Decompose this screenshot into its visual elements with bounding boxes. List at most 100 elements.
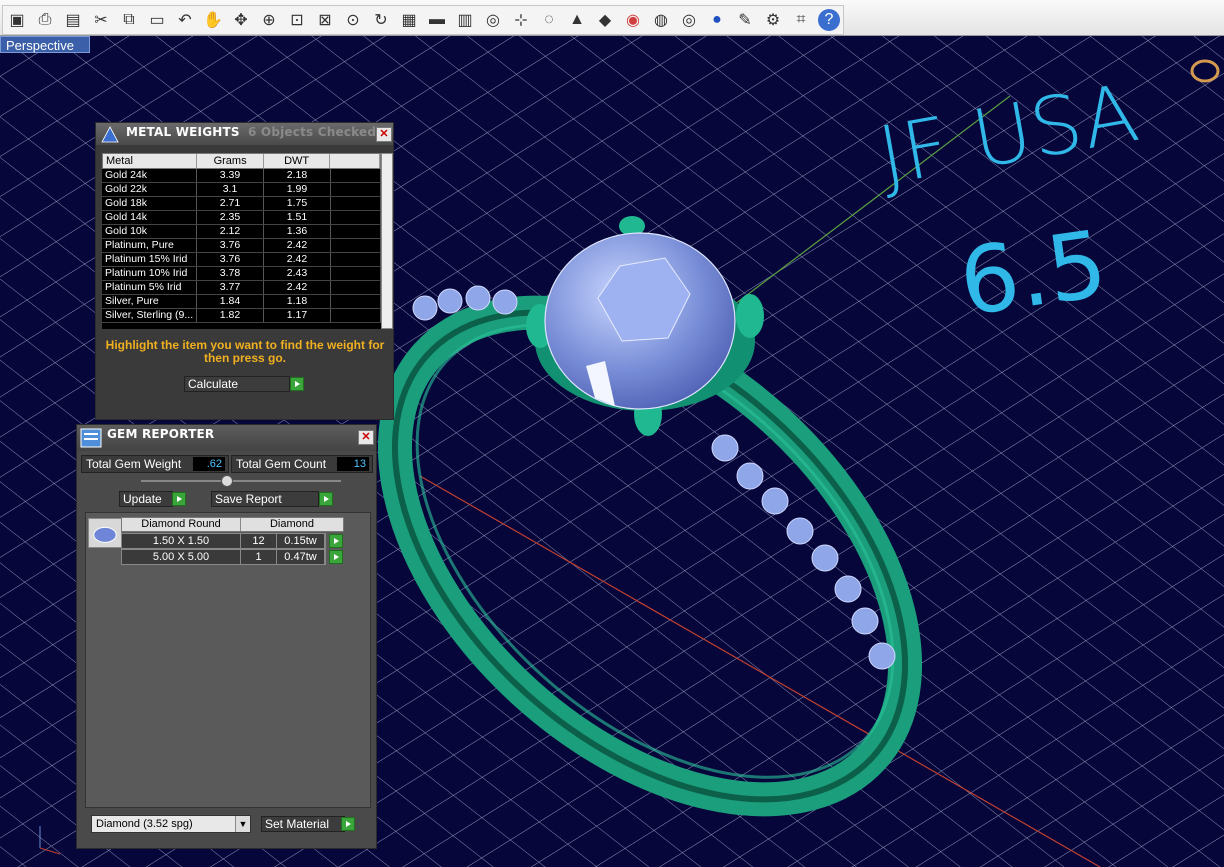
metal-row[interactable]: Gold 18k 2.71 1.75 <box>102 197 381 211</box>
gem-shape-header: Diamond Round <box>122 518 241 531</box>
metal-extra <box>331 281 381 294</box>
calculate-button[interactable]: Calculate <box>184 376 290 392</box>
metal-row[interactable]: Gold 22k 3.1 1.99 <box>102 183 381 197</box>
print-icon[interactable]: ⎙ <box>31 6 59 34</box>
metal-weights-title: METAL WEIGHTS <box>126 125 240 139</box>
save-report-go-icon[interactable] <box>319 492 333 506</box>
column-dwt[interactable]: DWT <box>264 154 331 168</box>
total-gem-weight-value: .62 <box>193 457 225 471</box>
move-icon[interactable]: ✥ <box>227 6 255 34</box>
metal-grams: 2.71 <box>197 197 264 210</box>
annotation-line2: 6.5 <box>953 210 1114 337</box>
render-grid-icon[interactable]: ◎ <box>675 6 703 34</box>
metal-dwt: 1.51 <box>264 211 331 224</box>
material-select[interactable]: Diamond (3.52 spg) <box>91 815 251 833</box>
cut-icon[interactable]: ✂ <box>87 6 115 34</box>
metal-name: Platinum 15% Irid <box>102 253 197 266</box>
update-go-icon[interactable] <box>172 492 186 506</box>
pencil-icon[interactable]: ✎ <box>731 6 759 34</box>
metal-name: Platinum 5% Irid <box>102 281 197 294</box>
material-icon[interactable]: ◆ <box>591 6 619 34</box>
copy-icon[interactable]: ⧉ <box>115 6 143 34</box>
zoom-window-icon[interactable]: ⊡ <box>283 6 311 34</box>
undo-icon[interactable]: ↶ <box>171 6 199 34</box>
metal-name: Gold 22k <box>102 183 197 196</box>
pivot-icon[interactable]: ⊹ <box>507 6 535 34</box>
metal-name: Gold 24k <box>102 169 197 182</box>
metal-name: Silver, Sterling (9... <box>102 309 197 322</box>
gem-row[interactable]: 1.50 X 1.50 12 0.15tw <box>121 533 326 549</box>
close-icon[interactable]: ✕ <box>358 430 374 445</box>
metal-row[interactable]: Platinum, Pure 3.76 2.42 <box>102 239 381 253</box>
lock-icon[interactable]: ▲ <box>563 6 591 34</box>
metal-row[interactable]: Silver, Pure 1.84 1.18 <box>102 295 381 309</box>
gem-material-header: Diamond <box>269 518 315 530</box>
metal-table-scrollbar[interactable] <box>381 153 393 329</box>
column-metal[interactable]: Metal <box>103 154 198 168</box>
zoom-dynamic-icon[interactable]: ⊙ <box>339 6 367 34</box>
calculate-go-icon[interactable] <box>290 377 304 391</box>
grid-icon[interactable]: ▦ <box>395 6 423 34</box>
save-icon[interactable]: ▣ <box>3 6 31 34</box>
gem-row-go-icon[interactable] <box>329 534 343 548</box>
zoom-extents-icon[interactable]: ⊠ <box>311 6 339 34</box>
column-grams[interactable]: Grams <box>197 154 264 168</box>
snap-icon[interactable]: ◎ <box>479 6 507 34</box>
metal-row[interactable]: Gold 24k 3.39 2.18 <box>102 169 381 183</box>
metal-extra <box>331 225 381 238</box>
metal-row[interactable]: Platinum 5% Irid 3.77 2.42 <box>102 281 381 295</box>
viewport-label[interactable]: Perspective <box>0 36 90 53</box>
metal-extra <box>331 211 381 224</box>
metal-row[interactable]: Platinum 10% Irid 3.78 2.43 <box>102 267 381 281</box>
gem-slider-handle[interactable] <box>221 475 233 487</box>
gem-reporter-panel: GEM REPORTER ✕ Total Gem Weight .62 Tota… <box>76 424 377 849</box>
metal-dwt: 2.43 <box>264 267 331 280</box>
metal-hint-text: Highlight the item you want to find the … <box>105 338 385 365</box>
set-material-button[interactable]: Set Material <box>261 816 345 832</box>
light-icon[interactable]: ◌ <box>535 6 563 34</box>
set-material-go-icon[interactable] <box>341 817 355 831</box>
metal-row[interactable]: Platinum 15% Irid 3.76 2.42 <box>102 253 381 267</box>
metal-grams: 2.12 <box>197 225 264 238</box>
metal-extra <box>331 239 381 252</box>
metal-dwt: 1.18 <box>264 295 331 308</box>
color-icon[interactable]: ◉ <box>619 6 647 34</box>
update-button[interactable]: Update <box>119 491 173 507</box>
chevron-down-icon[interactable]: ▼ <box>235 816 250 832</box>
layers-icon[interactable]: ▥ <box>451 6 479 34</box>
metal-dwt: 2.18 <box>264 169 331 182</box>
metal-row[interactable]: Gold 14k 2.35 1.51 <box>102 211 381 225</box>
paste-icon[interactable]: ▭ <box>143 6 171 34</box>
metal-name: Platinum 10% Irid <box>102 267 197 280</box>
help-icon[interactable]: ? <box>818 9 840 31</box>
new-icon[interactable]: ▤ <box>59 6 87 34</box>
rotate-view-icon[interactable]: ↻ <box>367 6 395 34</box>
gear-icon[interactable]: ⚙ <box>759 6 787 34</box>
metal-dwt: 1.17 <box>264 309 331 322</box>
zoom-in-icon[interactable]: ⊕ <box>255 6 283 34</box>
gem-row-go-icon[interactable] <box>329 550 343 564</box>
hand-icon[interactable]: ✋ <box>199 6 227 34</box>
sphere-icon[interactable]: ● <box>703 6 731 34</box>
metal-grams: 3.1 <box>197 183 264 196</box>
save-report-button[interactable]: Save Report <box>211 491 319 507</box>
total-gem-count-value: 13 <box>337 457 369 471</box>
metal-table-header: Metal Grams DWT <box>102 153 381 169</box>
metal-grams: 3.78 <box>197 267 264 280</box>
metal-dwt: 2.42 <box>264 253 331 266</box>
metal-name: Platinum, Pure <box>102 239 197 252</box>
metal-row[interactable]: Silver, Sterling (9... 1.82 1.17 <box>102 309 381 323</box>
gem-table-header: Diamond Round Diamond <box>121 517 344 532</box>
metal-extra <box>331 183 381 196</box>
car-icon[interactable]: ▬ <box>423 6 451 34</box>
objects-checked-status: 6 Objects Checked <box>248 125 377 139</box>
dimension-icon[interactable]: ⌗ <box>787 6 815 34</box>
gem-row[interactable]: 5.00 X 5.00 1 0.47tw <box>121 549 326 565</box>
wireframe-icon[interactable]: ◍ <box>647 6 675 34</box>
close-icon[interactable]: ✕ <box>376 127 392 142</box>
metal-extra <box>331 295 381 308</box>
gem-thumbnail[interactable] <box>88 518 122 548</box>
metal-row[interactable]: Gold 10k 2.12 1.36 <box>102 225 381 239</box>
metal-dwt: 1.99 <box>264 183 331 196</box>
metal-name: Silver, Pure <box>102 295 197 308</box>
